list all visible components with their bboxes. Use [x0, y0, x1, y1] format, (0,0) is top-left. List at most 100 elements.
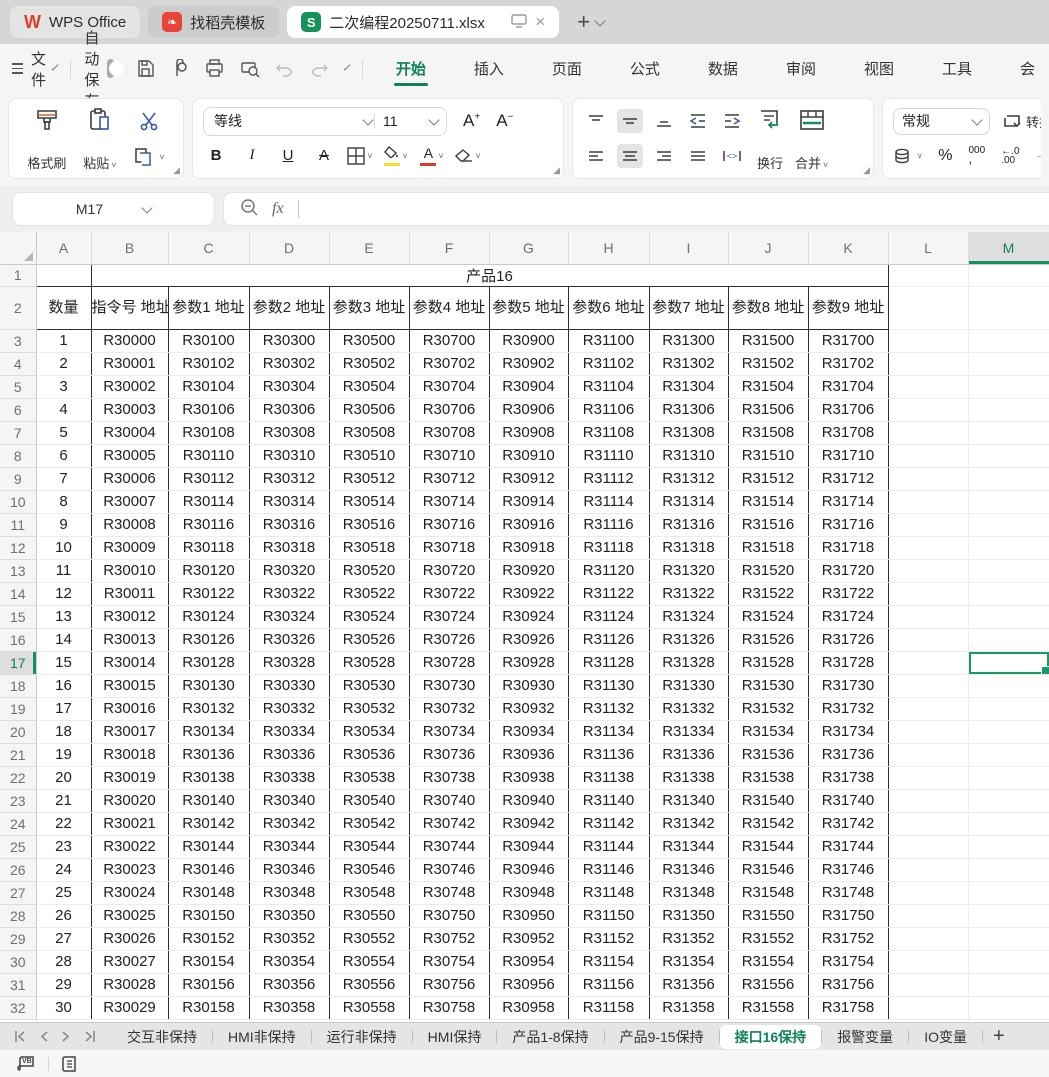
- data-cell[interactable]: R30009: [91, 536, 168, 559]
- data-cell[interactable]: R31148: [568, 881, 649, 904]
- data-cell[interactable]: R31740: [808, 789, 888, 812]
- data-cell[interactable]: R31340: [649, 789, 728, 812]
- data-cell[interactable]: R31144: [568, 835, 649, 858]
- data-cell[interactable]: R31730: [808, 674, 888, 697]
- data-cell[interactable]: R30350: [249, 904, 329, 927]
- data-cell[interactable]: R31518: [728, 536, 808, 559]
- data-cell[interactable]: R30952: [489, 927, 568, 950]
- column-header-D[interactable]: D: [249, 232, 329, 264]
- font-dialog-launcher-icon[interactable]: ◢: [553, 165, 560, 176]
- data-cell[interactable]: R31154: [568, 950, 649, 973]
- data-cell[interactable]: R31708: [808, 421, 888, 444]
- data-cell[interactable]: R30004: [91, 421, 168, 444]
- data-cell[interactable]: R30944: [489, 835, 568, 858]
- row-header-9[interactable]: 9: [0, 467, 36, 490]
- column-header-K[interactable]: K: [808, 232, 888, 264]
- data-cell[interactable]: 15: [36, 651, 91, 674]
- cell-L14[interactable]: [888, 582, 968, 605]
- cell-M21[interactable]: [968, 743, 1049, 766]
- cell-M29[interactable]: [968, 927, 1049, 950]
- data-cell[interactable]: R30152: [168, 927, 249, 950]
- data-cell[interactable]: R30140: [168, 789, 249, 812]
- data-cell[interactable]: R30322: [249, 582, 329, 605]
- header-cell[interactable]: 参数7 地址: [649, 286, 728, 329]
- data-cell[interactable]: R30732: [409, 697, 489, 720]
- data-cell[interactable]: R30528: [329, 651, 409, 674]
- data-cell[interactable]: R31712: [808, 467, 888, 490]
- data-cell[interactable]: R30011: [91, 582, 168, 605]
- cell-L26[interactable]: [888, 858, 968, 881]
- data-cell[interactable]: R30003: [91, 398, 168, 421]
- cell-L7[interactable]: [888, 421, 968, 444]
- data-cell[interactable]: R31710: [808, 444, 888, 467]
- data-cell[interactable]: R31100: [568, 329, 649, 352]
- data-cell[interactable]: R30724: [409, 605, 489, 628]
- cell-M15[interactable]: [968, 605, 1049, 628]
- cell-L18[interactable]: [888, 674, 968, 697]
- row-header-15[interactable]: 15: [0, 605, 36, 628]
- header-cell[interactable]: 参数3 地址: [329, 286, 409, 329]
- row-header-22[interactable]: 22: [0, 766, 36, 789]
- data-cell[interactable]: 11: [36, 559, 91, 582]
- cell-M14[interactable]: [968, 582, 1049, 605]
- data-cell[interactable]: R30522: [329, 582, 409, 605]
- cell-L3[interactable]: [888, 329, 968, 352]
- data-cell[interactable]: R31516: [728, 513, 808, 536]
- data-cell[interactable]: R31310: [649, 444, 728, 467]
- new-tab-icon[interactable]: +: [577, 9, 590, 35]
- data-cell[interactable]: R30720: [409, 559, 489, 582]
- data-cell[interactable]: R30012: [91, 605, 168, 628]
- data-cell[interactable]: R31728: [808, 651, 888, 674]
- data-cell[interactable]: R31118: [568, 536, 649, 559]
- cell-M4[interactable]: [968, 352, 1049, 375]
- data-cell[interactable]: R30742: [409, 812, 489, 835]
- data-cell[interactable]: 7: [36, 467, 91, 490]
- clipboard-dialog-launcher-icon[interactable]: ◢: [173, 165, 180, 176]
- docer-template-tab[interactable]: ❧ 找稻壳模板: [148, 6, 279, 38]
- next-sheet-icon[interactable]: [62, 1031, 70, 1042]
- add-sheet-icon[interactable]: +: [983, 1025, 1015, 1048]
- data-cell[interactable]: R30304: [249, 375, 329, 398]
- cell-M13[interactable]: [968, 559, 1049, 582]
- data-cell[interactable]: R31514: [728, 490, 808, 513]
- row-header-16[interactable]: 16: [0, 628, 36, 651]
- column-header-I[interactable]: I: [649, 232, 728, 264]
- data-cell[interactable]: R30706: [409, 398, 489, 421]
- text-direction-icon[interactable]: <>: [719, 144, 745, 168]
- data-cell[interactable]: R30508: [329, 421, 409, 444]
- data-cell[interactable]: 9: [36, 513, 91, 536]
- data-cell[interactable]: R31502: [728, 352, 808, 375]
- data-cell[interactable]: 2: [36, 352, 91, 375]
- data-cell[interactable]: R31332: [649, 697, 728, 720]
- data-cell[interactable]: R30914: [489, 490, 568, 513]
- data-cell[interactable]: R31158: [568, 996, 649, 1019]
- data-cell[interactable]: R30130: [168, 674, 249, 697]
- select-all-corner[interactable]: [0, 232, 36, 264]
- decrease-font-icon[interactable]: A−: [496, 111, 513, 131]
- data-cell[interactable]: R31716: [808, 513, 888, 536]
- data-cell[interactable]: R30018: [91, 743, 168, 766]
- data-cell[interactable]: R30029: [91, 996, 168, 1019]
- data-cell[interactable]: R31510: [728, 444, 808, 467]
- data-cell[interactable]: R31346: [649, 858, 728, 881]
- increase-font-icon[interactable]: A+: [463, 111, 480, 131]
- data-cell[interactable]: R30142: [168, 812, 249, 835]
- cell-L21[interactable]: [888, 743, 968, 766]
- data-cell[interactable]: R31116: [568, 513, 649, 536]
- data-cell[interactable]: R30306: [249, 398, 329, 421]
- increase-indent-icon[interactable]: [719, 109, 745, 133]
- data-cell[interactable]: R31702: [808, 352, 888, 375]
- data-cell[interactable]: R30023: [91, 858, 168, 881]
- convert-button[interactable]: 转换: [1002, 112, 1041, 131]
- format-painter-button[interactable]: 格式刷: [27, 105, 66, 172]
- align-top-icon[interactable]: [583, 109, 609, 133]
- data-cell[interactable]: R31344: [649, 835, 728, 858]
- row-header-2[interactable]: 2: [0, 286, 36, 329]
- data-cell[interactable]: R30506: [329, 398, 409, 421]
- data-cell[interactable]: R30100: [168, 329, 249, 352]
- column-header-J[interactable]: J: [728, 232, 808, 264]
- data-cell[interactable]: R30754: [409, 950, 489, 973]
- data-cell[interactable]: R30928: [489, 651, 568, 674]
- bold-button[interactable]: B: [203, 144, 229, 168]
- data-cell[interactable]: R31342: [649, 812, 728, 835]
